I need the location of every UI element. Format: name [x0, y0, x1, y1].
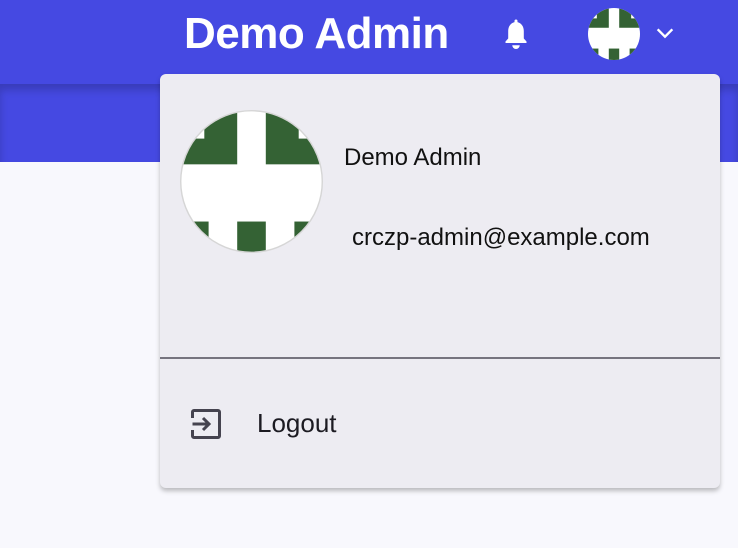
logout-button[interactable]: Logout — [160, 374, 720, 474]
logout-label: Logout — [257, 408, 337, 438]
bell-icon[interactable] — [498, 14, 534, 54]
user-menu-dropdown: Demo Admin crczp-admin@example.com Logou… — [160, 74, 720, 488]
user-avatar-button[interactable] — [588, 8, 640, 60]
app-title: Demo Admin — [184, 9, 449, 58]
user-avatar — [180, 110, 323, 253]
chevron-down-icon[interactable] — [652, 22, 678, 44]
user-email: crczp-admin@example.com — [352, 224, 650, 251]
divider — [160, 357, 720, 359]
logout-icon — [191, 409, 221, 439]
user-name: Demo Admin — [344, 144, 482, 171]
app-header: Demo Admin — [0, 0, 738, 84]
